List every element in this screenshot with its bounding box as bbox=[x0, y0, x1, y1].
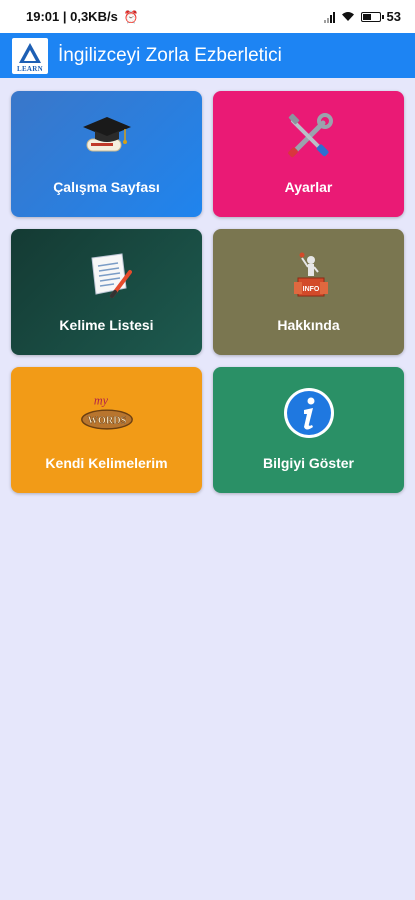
word-list-tile[interactable]: Kelime Listesi bbox=[11, 229, 202, 355]
status-time: 19:01 | 0,3KB/s bbox=[26, 9, 118, 24]
menu-grid: Çalışma Sayfası Ayarlar Kelime Listesi I… bbox=[11, 91, 404, 493]
study-page-tile[interactable]: Çalışma Sayfası bbox=[11, 91, 202, 217]
my-words-tile[interactable]: my WORDS Kendi Kelimelerim bbox=[11, 367, 202, 493]
svg-text:INFO: INFO bbox=[302, 286, 319, 293]
show-info-tile[interactable]: Bilgiyi Göster bbox=[213, 367, 404, 493]
battery-icon bbox=[360, 11, 384, 22]
signal-icon bbox=[323, 11, 335, 23]
about-figure-icon: INFO bbox=[281, 247, 337, 303]
app-title: İngilizceyi Zorla Ezberletici bbox=[58, 44, 282, 66]
info-icon bbox=[281, 385, 337, 441]
document-list-icon bbox=[79, 247, 135, 303]
status-bar: 19:01 | 0,3KB/s ⏰ 53 bbox=[0, 0, 415, 33]
word-list-label: Kelime Listesi bbox=[59, 317, 154, 333]
status-right: 53 bbox=[323, 9, 401, 24]
app-logo: LEARN bbox=[12, 37, 48, 74]
logo-triangle-icon bbox=[19, 42, 41, 63]
my-words-label: Kendi Kelimelerim bbox=[45, 455, 168, 471]
settings-label: Ayarlar bbox=[284, 179, 333, 195]
my-words-top-text: my bbox=[93, 394, 108, 408]
about-tile[interactable]: INFO Hakkında bbox=[213, 229, 404, 355]
about-label: Hakkında bbox=[277, 317, 340, 333]
graduation-cap-icon bbox=[79, 109, 135, 165]
my-words-bottom-text: WORDS bbox=[87, 415, 126, 426]
show-info-label: Bilgiyi Göster bbox=[262, 455, 355, 471]
app-bar: LEARN İngilizceyi Zorla Ezberletici bbox=[0, 33, 415, 78]
status-left: 19:01 | 0,3KB/s ⏰ bbox=[26, 9, 139, 24]
tools-icon bbox=[281, 109, 337, 165]
settings-tile[interactable]: Ayarlar bbox=[213, 91, 404, 217]
alarm-icon: ⏰ bbox=[123, 9, 139, 24]
battery-percent: 53 bbox=[386, 9, 401, 24]
wifi-icon bbox=[341, 12, 354, 21]
logo-text: LEARN bbox=[16, 64, 43, 73]
my-words-icon: my WORDS bbox=[79, 385, 135, 441]
study-page-label: Çalışma Sayfası bbox=[53, 179, 160, 195]
